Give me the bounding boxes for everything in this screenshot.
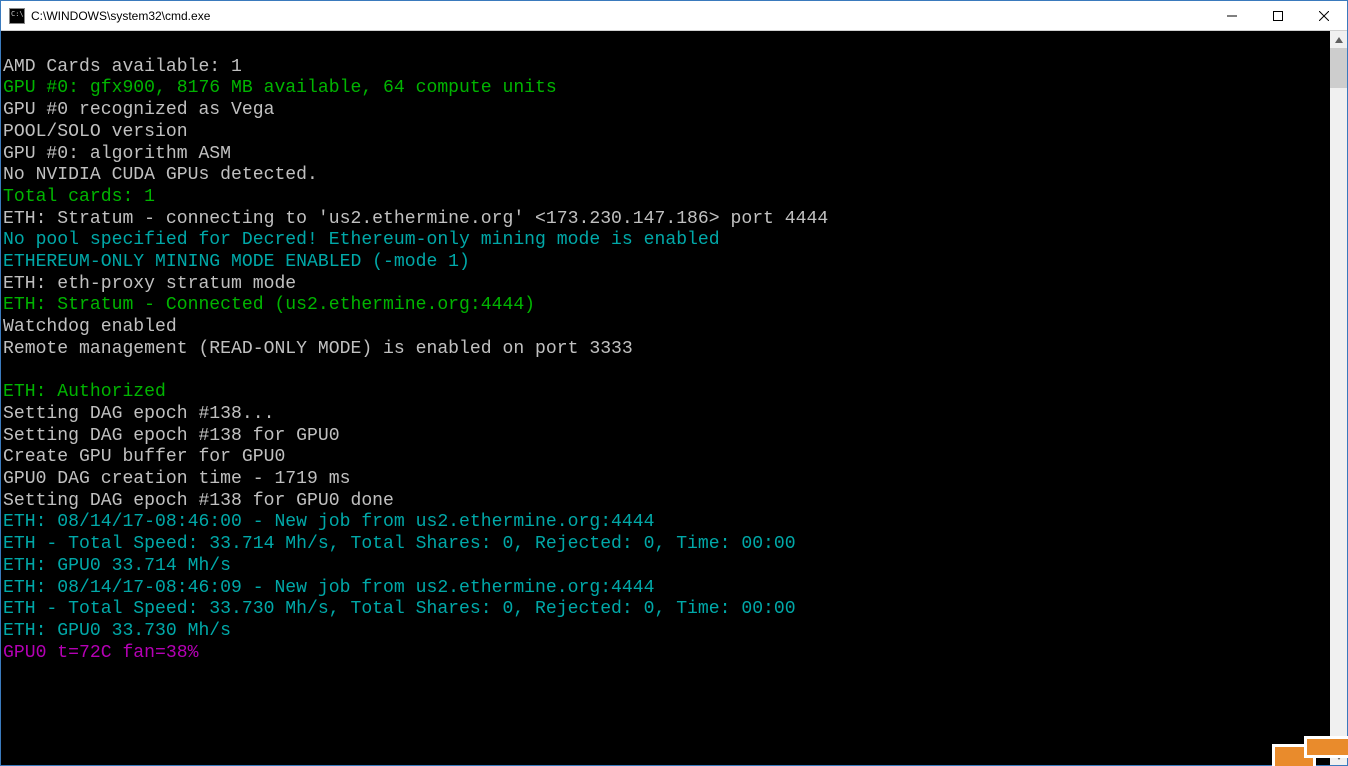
console-line: ETHEREUM-ONLY MINING MODE ENABLED (-mode… — [3, 252, 1328, 274]
console-line: Create GPU buffer for GPU0 — [3, 447, 1328, 469]
console-line: GPU #0: gfx900, 8176 MB available, 64 co… — [3, 78, 1328, 100]
console-line: Remote management (READ-ONLY MODE) is en… — [3, 339, 1328, 361]
console-line: No NVIDIA CUDA GPUs detected. — [3, 165, 1328, 187]
console-line: POOL/SOLO version — [3, 122, 1328, 144]
console-line: ETH: Stratum - Connected (us2.ethermine.… — [3, 295, 1328, 317]
console-line: GPU0 t=72C fan=38% — [3, 643, 1328, 665]
console-line: ETH: GPU0 33.714 Mh/s — [3, 556, 1328, 578]
cmd-icon — [9, 8, 25, 24]
console-line: Watchdog enabled — [3, 317, 1328, 339]
scrollbar[interactable] — [1330, 31, 1347, 765]
console-line: Setting DAG epoch #138 for GPU0 — [3, 426, 1328, 448]
console-line: ETH: Stratum - connecting to 'us2.etherm… — [3, 209, 1328, 231]
scrollbar-thumb[interactable] — [1330, 48, 1347, 88]
titlebar[interactable]: C:\WINDOWS\system32\cmd.exe — [1, 1, 1347, 31]
console-line: GPU0 DAG creation time - 1719 ms — [3, 469, 1328, 491]
window-title: C:\WINDOWS\system32\cmd.exe — [31, 9, 1209, 23]
console-line: ETH: Authorized — [3, 382, 1328, 404]
cmd-window: C:\WINDOWS\system32\cmd.exe AMD Cards av… — [0, 0, 1348, 766]
console-area: AMD Cards available: 1GPU #0: gfx900, 81… — [1, 31, 1347, 765]
console-line: ETH: 08/14/17-08:46:00 - New job from us… — [3, 512, 1328, 534]
console-line: GPU #0 recognized as Vega — [3, 100, 1328, 122]
console-line: Setting DAG epoch #138... — [3, 404, 1328, 426]
console-line — [3, 35, 1328, 57]
console-line: ETH - Total Speed: 33.714 Mh/s, Total Sh… — [3, 534, 1328, 556]
console-line: ETH - Total Speed: 33.730 Mh/s, Total Sh… — [3, 599, 1328, 621]
console-line: GPU #0: algorithm ASM — [3, 144, 1328, 166]
scroll-up-icon[interactable] — [1330, 31, 1347, 48]
console-line — [3, 361, 1328, 383]
console-line: No pool specified for Decred! Ethereum-o… — [3, 230, 1328, 252]
close-button[interactable] — [1301, 1, 1347, 30]
console-line: Setting DAG epoch #138 for GPU0 done — [3, 491, 1328, 513]
console-line: Total cards: 1 — [3, 187, 1328, 209]
console-line: AMD Cards available: 1 — [3, 57, 1328, 79]
minimize-button[interactable] — [1209, 1, 1255, 30]
maximize-button[interactable] — [1255, 1, 1301, 30]
window-buttons — [1209, 1, 1347, 30]
console-output[interactable]: AMD Cards available: 1GPU #0: gfx900, 81… — [1, 31, 1330, 765]
console-line: ETH: GPU0 33.730 Mh/s — [3, 621, 1328, 643]
scroll-down-icon[interactable] — [1330, 748, 1347, 765]
console-line: ETH: 08/14/17-08:46:09 - New job from us… — [3, 578, 1328, 600]
console-line: ETH: eth-proxy stratum mode — [3, 274, 1328, 296]
